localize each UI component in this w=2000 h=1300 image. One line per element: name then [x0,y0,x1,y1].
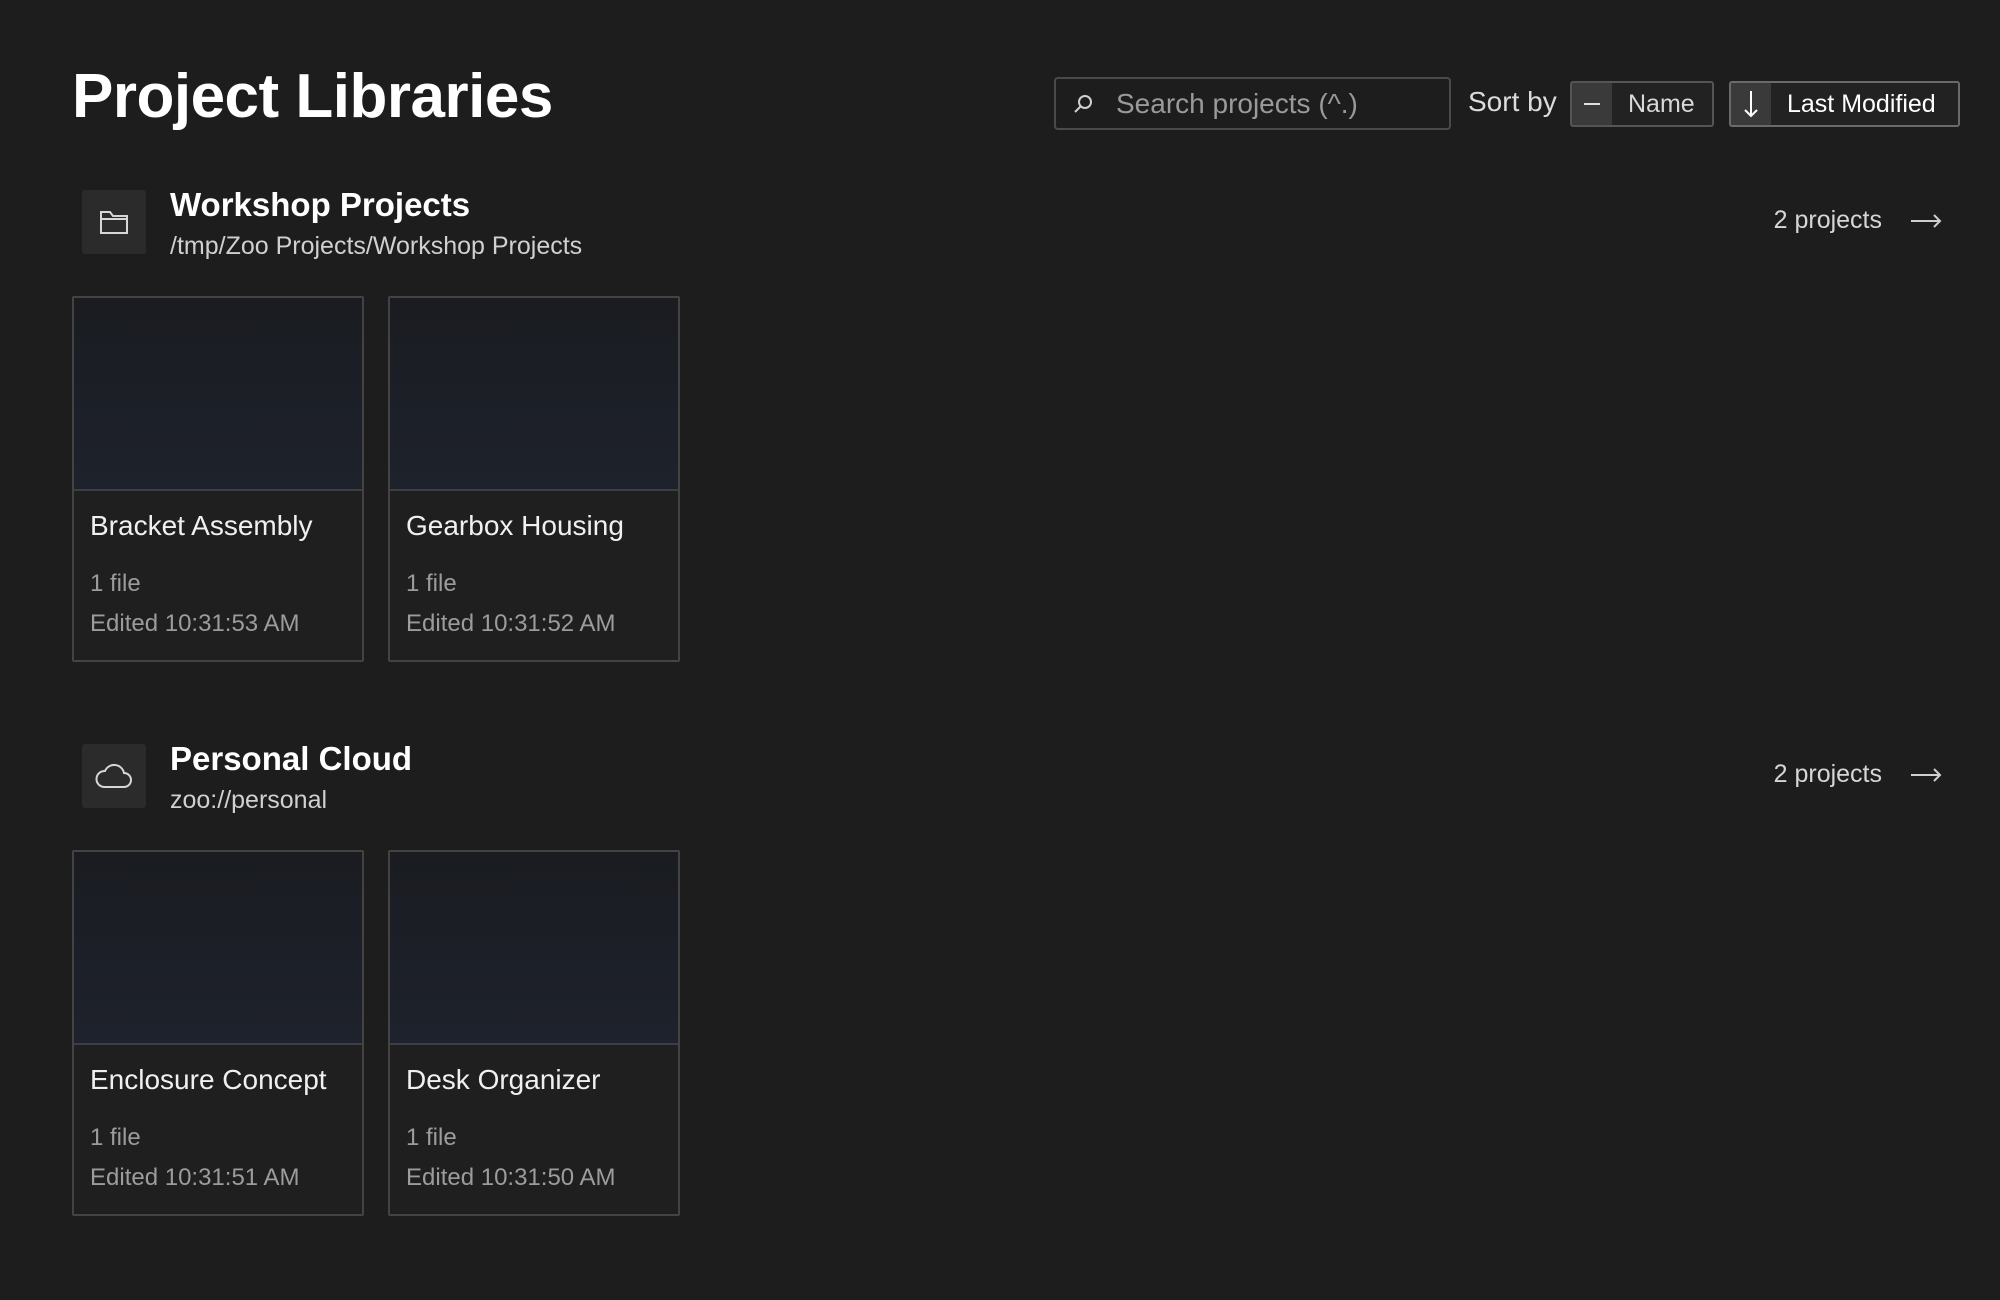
project-name: Bracket Assembly [90,510,313,541]
sort-name-label: Name [1628,89,1695,118]
project-file-count: 1 file [406,1124,457,1151]
library-open-link[interactable]: 2 projects [1774,760,1942,789]
project-card[interactable]: Gearbox Housing 1 file Edited 10:31:52 A… [388,296,680,662]
dash-icon [1572,83,1612,125]
project-file-count: 1 file [406,570,457,597]
project-name: Gearbox Housing [406,510,624,541]
search-box[interactable] [1054,77,1479,130]
project-card[interactable]: Enclosure Concept 1 file Edited 10:31:51… [72,850,364,1216]
library-path: zoo://personal [170,786,328,814]
project-card[interactable]: Bracket Assembly 1 file Edited 10:31:53 … [72,296,364,662]
library-title: Personal Cloud [170,740,413,777]
project-card[interactable]: Desk Organizer 1 file Edited 10:31:50 AM [388,850,680,1216]
project-grid: Enclosure Concept 1 file Edited 10:31:51… [72,850,680,1216]
project-grid: Bracket Assembly 1 file Edited 10:31:53 … [72,296,680,662]
arrow-down-icon [1731,83,1771,125]
library-project-count: 2 projects [1773,760,1882,788]
project-thumbnail [74,298,362,491]
project-thumbnail [390,852,678,1045]
project-name: Enclosure Concept [90,1064,327,1095]
library-path: /tmp/Zoo Projects/Workshop Projects [170,232,583,260]
arrow-right-icon [1910,765,1942,785]
sort-by-last-modified-button[interactable]: Last Modified [1729,81,1960,127]
sort-by-label: Sort by [1468,86,1557,117]
cloud-icon [82,744,146,808]
project-edited-time: Edited 10:31:50 AM [406,1164,616,1191]
project-edited-time: Edited 10:31:52 AM [406,610,616,637]
project-name: Desk Organizer [406,1064,601,1095]
arrow-right-icon [1910,211,1942,231]
project-edited-time: Edited 10:31:51 AM [90,1164,300,1191]
library-open-link[interactable]: 2 projects [1774,206,1942,235]
search-input[interactable] [1094,79,1479,128]
project-edited-time: Edited 10:31:53 AM [90,610,300,637]
project-file-count: 1 file [90,1124,141,1151]
search-icon [1072,93,1094,115]
project-file-count: 1 file [90,570,141,597]
folder-icon [82,190,146,254]
sort-by-name-button[interactable]: Name [1570,81,1714,127]
library-title: Workshop Projects [170,186,471,223]
project-thumbnail [74,852,362,1045]
sort-last-modified-label: Last Modified [1787,89,1936,118]
page-title: Project Libraries [72,62,553,131]
project-thumbnail [390,298,678,491]
library-project-count: 2 projects [1773,206,1882,234]
